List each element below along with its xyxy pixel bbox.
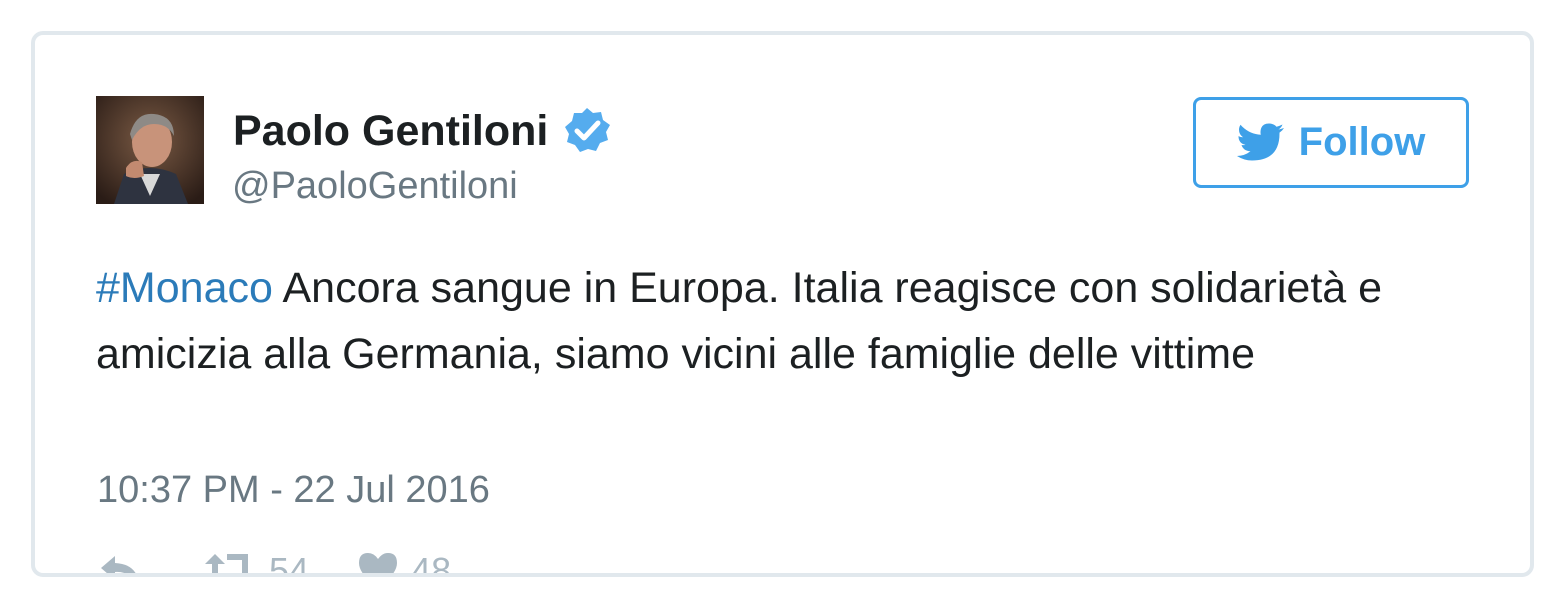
retweet-icon bbox=[205, 554, 248, 573]
avatar[interactable] bbox=[96, 96, 204, 204]
tweet-text: #Monaco Ancora sangue in Europa. Italia … bbox=[96, 255, 1476, 387]
author-name[interactable]: Paolo Gentiloni bbox=[233, 105, 612, 157]
tweet-actions: 54 48 bbox=[97, 550, 499, 577]
tweet-body: Ancora sangue in Europa. Italia reagisce… bbox=[96, 264, 1383, 378]
verified-badge-icon bbox=[562, 106, 612, 156]
reply-button[interactable] bbox=[97, 550, 155, 573]
author-handle[interactable]: @PaoloGentiloni bbox=[232, 162, 518, 210]
follow-button[interactable]: Follow bbox=[1193, 97, 1469, 188]
twitter-bird-icon bbox=[1236, 123, 1284, 160]
tweet-card: Paolo Gentiloni @PaoloGentiloni Follow #… bbox=[31, 31, 1534, 577]
retweet-button[interactable]: 54 bbox=[203, 550, 310, 577]
hashtag-link[interactable]: #Monaco bbox=[96, 264, 273, 312]
reply-icon bbox=[101, 556, 136, 573]
heart-icon bbox=[359, 553, 398, 573]
like-count: 48 bbox=[411, 550, 452, 577]
follow-button-label: Follow bbox=[1298, 120, 1426, 164]
tweet-timestamp[interactable]: 10:37 PM - 22 Jul 2016 bbox=[97, 465, 490, 515]
retweet-count: 54 bbox=[269, 550, 310, 577]
author-name-text[interactable]: Paolo Gentiloni bbox=[233, 105, 548, 157]
like-button[interactable]: 48 bbox=[357, 550, 452, 577]
